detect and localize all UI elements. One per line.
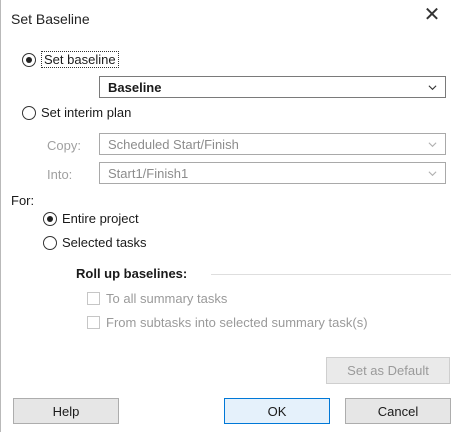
set-baseline-radio[interactable]: Set baseline [22,51,119,68]
to-all-summary-checkbox[interactable]: To all summary tasks [87,291,227,306]
chevron-down-icon [428,170,437,176]
from-subtasks-checkbox[interactable]: From subtasks into selected summary task… [87,315,368,330]
chevron-down-icon [428,84,437,90]
set-as-default-button[interactable]: Set as Default [326,357,450,384]
selected-tasks-radio[interactable]: Selected tasks [43,235,147,250]
set-baseline-radio-indicator [22,52,36,67]
into-label: Into: [47,167,73,182]
baseline-dropdown[interactable]: Baseline [99,76,446,98]
close-icon[interactable]: ✕ [421,4,443,26]
entire-project-radio[interactable]: Entire project [43,211,139,226]
to-all-summary-label: To all summary tasks [106,291,228,306]
set-baseline-dialog: Set Baseline ✕ Set baseline Baseline Set… [0,0,455,432]
copy-dropdown[interactable]: Scheduled Start/Finish [99,133,446,155]
dialog-title: Set Baseline [11,11,90,27]
set-interim-plan-radio[interactable]: Set interim plan [22,105,131,120]
rollup-heading: Roll up baselines: [76,266,188,281]
help-button[interactable]: Help [13,398,119,424]
for-label: For: [11,193,35,208]
rollup-separator [211,274,451,275]
copy-label: Copy: [47,138,81,153]
into-dropdown-value: Start1/Finish1 [108,165,189,181]
set-baseline-label: Set baseline [41,51,119,68]
set-interim-plan-label: Set interim plan [41,105,132,120]
to-all-summary-checkbox-box [87,292,100,305]
from-subtasks-label: From subtasks into selected summary task… [106,315,368,330]
entire-project-radio-indicator [43,211,57,226]
set-interim-plan-radio-indicator [22,105,36,120]
cancel-button[interactable]: Cancel [345,398,451,424]
from-subtasks-checkbox-box [87,316,100,329]
selected-tasks-radio-indicator [43,235,57,250]
chevron-down-icon [428,141,437,147]
copy-dropdown-value: Scheduled Start/Finish [108,136,239,152]
entire-project-label: Entire project [62,211,139,226]
into-dropdown[interactable]: Start1/Finish1 [99,162,446,184]
ok-button[interactable]: OK [224,398,330,424]
selected-tasks-label: Selected tasks [62,235,147,250]
baseline-dropdown-value: Baseline [108,79,162,95]
